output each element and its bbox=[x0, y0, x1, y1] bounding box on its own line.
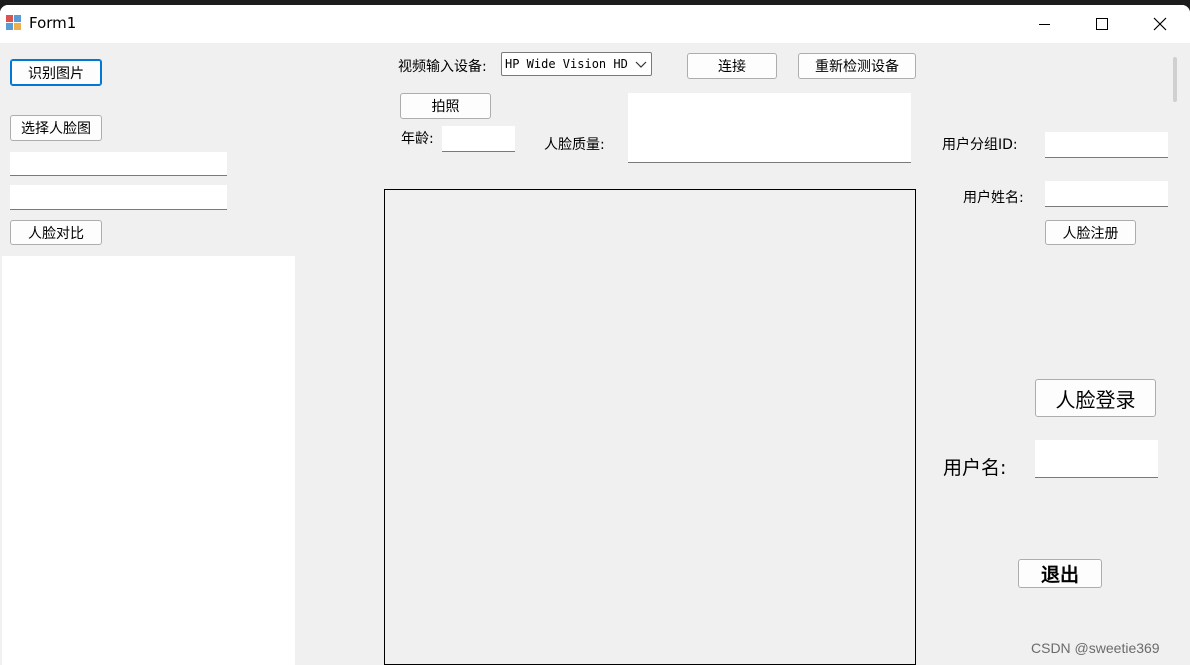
face-quality-label: 人脸质量: bbox=[544, 137, 605, 153]
camera-preview-box bbox=[384, 189, 916, 665]
redetect-device-button[interactable]: 重新检测设备 bbox=[798, 53, 916, 79]
age-textbox[interactable] bbox=[442, 126, 515, 152]
age-label: 年龄: bbox=[401, 131, 434, 147]
take-photo-button[interactable]: 拍照 bbox=[400, 93, 491, 119]
title-bar: Form1 bbox=[0, 5, 1190, 43]
face-path-textbox-1[interactable] bbox=[10, 152, 227, 176]
window-title: Form1 bbox=[29, 14, 77, 32]
video-device-select[interactable]: HP Wide Vision HD bbox=[501, 52, 652, 76]
image-preview-panel bbox=[2, 256, 295, 665]
maximize-button[interactable] bbox=[1073, 5, 1131, 43]
face-path-textbox-2[interactable] bbox=[10, 185, 227, 210]
video-device-label: 视频输入设备: bbox=[398, 59, 487, 75]
video-device-value: HP Wide Vision HD bbox=[505, 57, 628, 71]
face-quality-textbox[interactable] bbox=[628, 93, 911, 163]
face-login-button[interactable]: 人脸登录 bbox=[1035, 379, 1156, 417]
user-group-id-textbox[interactable] bbox=[1045, 132, 1168, 158]
exit-button[interactable]: 退出 bbox=[1018, 559, 1102, 588]
username-label: 用户名: bbox=[943, 457, 1007, 479]
recognize-image-button[interactable]: 识别图片 bbox=[10, 59, 102, 86]
close-button[interactable] bbox=[1131, 5, 1189, 43]
form-app-icon bbox=[6, 15, 22, 31]
user-group-id-label: 用户分组ID: bbox=[942, 137, 1018, 153]
maximize-icon bbox=[1096, 18, 1108, 30]
chevron-down-icon bbox=[635, 61, 647, 68]
close-icon bbox=[1153, 17, 1167, 31]
form1-window: Form1 识别图片 选择人脸图 人脸对比 视频输入设备: HP Wide Vi… bbox=[0, 5, 1190, 665]
csdn-watermark: CSDN @sweetie369 bbox=[1031, 640, 1160, 656]
face-compare-button[interactable]: 人脸对比 bbox=[10, 220, 102, 245]
user-name-label: 用户姓名: bbox=[963, 190, 1024, 206]
username-textbox[interactable] bbox=[1035, 440, 1158, 478]
minimize-icon bbox=[1038, 23, 1050, 25]
scrollbar-thumb[interactable] bbox=[1173, 57, 1177, 102]
connect-button[interactable]: 连接 bbox=[687, 53, 777, 79]
minimize-button[interactable] bbox=[1015, 5, 1073, 43]
select-face-image-button[interactable]: 选择人脸图 bbox=[10, 115, 102, 141]
user-name-textbox[interactable] bbox=[1045, 181, 1168, 207]
face-register-button[interactable]: 人脸注册 bbox=[1045, 220, 1136, 245]
